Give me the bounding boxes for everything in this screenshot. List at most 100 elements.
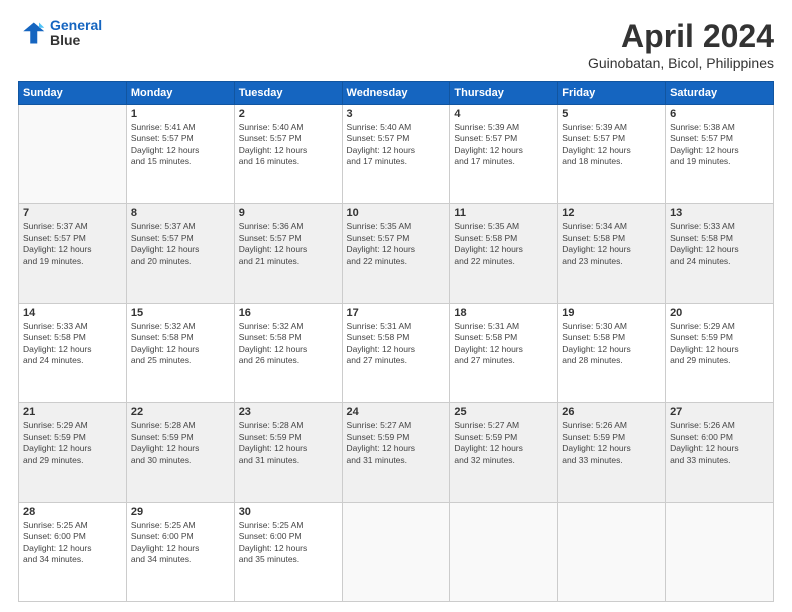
day-detail: Sunrise: 5:26 AMSunset: 5:59 PMDaylight:… <box>562 420 661 466</box>
day-number: 2 <box>239 108 338 120</box>
day-number: 18 <box>454 307 553 319</box>
day-cell: 23Sunrise: 5:28 AMSunset: 5:59 PMDayligh… <box>234 403 342 502</box>
day-number: 27 <box>670 406 769 418</box>
header: General Blue April 2024 Guinobatan, Bico… <box>18 18 774 71</box>
day-number: 20 <box>670 307 769 319</box>
day-detail: Sunrise: 5:26 AMSunset: 6:00 PMDaylight:… <box>670 420 769 466</box>
day-cell <box>342 502 450 601</box>
day-detail: Sunrise: 5:39 AMSunset: 5:57 PMDaylight:… <box>454 122 553 168</box>
day-detail: Sunrise: 5:31 AMSunset: 5:58 PMDaylight:… <box>347 321 446 367</box>
day-cell: 6 Sunrise: 5:38 AMSunset: 5:57 PMDaylight… <box>666 105 774 204</box>
day-number: 11 <box>454 207 553 219</box>
day-cell: 19Sunrise: 5:30 AMSunset: 5:58 PMDayligh… <box>558 303 666 402</box>
col-header-sunday: Sunday <box>19 82 127 105</box>
day-detail: Sunrise: 5:31 AMSunset: 5:58 PMDaylight:… <box>454 321 553 367</box>
week-row-2: 7Sunrise: 5:37 AMSunset: 5:57 PMDaylight… <box>19 204 774 303</box>
col-header-tuesday: Tuesday <box>234 82 342 105</box>
day-detail: Sunrise: 5:38 AMSunset: 5:57 PMDaylight:… <box>670 122 769 168</box>
day-cell: 4Sunrise: 5:39 AMSunset: 5:57 PMDaylight… <box>450 105 558 204</box>
day-number: 24 <box>347 406 446 418</box>
day-cell <box>666 502 774 601</box>
day-cell: 21 Sunrise: 5:29 AMSunset: 5:59 PMDayligh… <box>19 403 127 502</box>
day-detail: Sunrise: 5:25 AMSunset: 6:00 PMDaylight:… <box>23 520 122 566</box>
day-cell: 9 Sunrise: 5:36 AMSunset: 5:57 PMDaylight… <box>234 204 342 303</box>
day-number: 5 <box>562 108 661 120</box>
day-number: 6 <box>670 108 769 120</box>
day-number: 1 <box>131 108 230 120</box>
day-detail: Sunrise: 5:29 AMSunset: 5:59 PMDaylight:… <box>23 420 122 466</box>
day-number: 3 <box>347 108 446 120</box>
day-cell <box>558 502 666 601</box>
day-cell: 10 Sunrise: 5:35 AMSunset: 5:57 PMDayligh… <box>342 204 450 303</box>
day-number: 13 <box>670 207 769 219</box>
day-cell: 7Sunrise: 5:37 AMSunset: 5:57 PMDaylight… <box>19 204 127 303</box>
day-detail: Sunrise: 5:39 AMSunset: 5:57 PMDaylight:… <box>562 122 661 168</box>
day-detail: Sunrise: 5:30 AMSunset: 5:58 PMDaylight:… <box>562 321 661 367</box>
day-number: 9 <box>239 207 338 219</box>
day-detail: Sunrise: 5:34 AMSunset: 5:58 PMDaylight:… <box>562 221 661 267</box>
day-detail: Sunrise: 5:27 AMSunset: 5:59 PMDaylight:… <box>347 420 446 466</box>
logo-line2: Blue <box>50 33 102 48</box>
main-title: April 2024 <box>588 18 774 55</box>
day-detail: Sunrise: 5:40 AMSunset: 5:57 PMDaylight:… <box>239 122 338 168</box>
logo-line1: General <box>50 17 102 33</box>
day-cell: 13 Sunrise: 5:33 AMSunset: 5:58 PMDayligh… <box>666 204 774 303</box>
day-number: 22 <box>131 406 230 418</box>
day-detail: Sunrise: 5:40 AMSunset: 5:57 PMDaylight:… <box>347 122 446 168</box>
day-cell: 20Sunrise: 5:29 AMSunset: 5:59 PMDayligh… <box>666 303 774 402</box>
day-detail: Sunrise: 5:33 AMSunset: 5:58 PMDaylight:… <box>670 221 769 267</box>
day-number: 8 <box>131 207 230 219</box>
day-cell: 1 Sunrise: 5:41 AMSunset: 5:57 PMDaylight… <box>126 105 234 204</box>
day-number: 10 <box>347 207 446 219</box>
day-number: 15 <box>131 307 230 319</box>
col-header-friday: Friday <box>558 82 666 105</box>
day-cell: 17 Sunrise: 5:31 AMSunset: 5:58 PMDayligh… <box>342 303 450 402</box>
day-detail: Sunrise: 5:32 AMSunset: 5:58 PMDaylight:… <box>239 321 338 367</box>
day-number: 26 <box>562 406 661 418</box>
logo-text: General Blue <box>50 18 102 49</box>
day-detail: Sunrise: 5:28 AMSunset: 5:59 PMDaylight:… <box>239 420 338 466</box>
logo-icon <box>18 19 46 47</box>
col-header-monday: Monday <box>126 82 234 105</box>
day-cell: 26 Sunrise: 5:26 AMSunset: 5:59 PMDayligh… <box>558 403 666 502</box>
col-header-thursday: Thursday <box>450 82 558 105</box>
day-detail: Sunrise: 5:33 AMSunset: 5:58 PMDaylight:… <box>23 321 122 367</box>
day-cell: 29 Sunrise: 5:25 AMSunset: 6:00 PMDayligh… <box>126 502 234 601</box>
day-detail: Sunrise: 5:27 AMSunset: 5:59 PMDaylight:… <box>454 420 553 466</box>
day-cell: 15Sunrise: 5:32 AMSunset: 5:58 PMDayligh… <box>126 303 234 402</box>
day-detail: Sunrise: 5:41 AMSunset: 5:57 PMDaylight:… <box>131 122 230 168</box>
page: General Blue April 2024 Guinobatan, Bico… <box>0 0 792 612</box>
week-row-1: 1 Sunrise: 5:41 AMSunset: 5:57 PMDaylight… <box>19 105 774 204</box>
calendar-header-row: SundayMondayTuesdayWednesdayThursdayFrid… <box>19 82 774 105</box>
day-detail: Sunrise: 5:25 AMSunset: 6:00 PMDaylight:… <box>239 520 338 566</box>
day-cell: 2 Sunrise: 5:40 AMSunset: 5:57 PMDaylight… <box>234 105 342 204</box>
week-row-5: 28 Sunrise: 5:25 AMSunset: 6:00 PMDayligh… <box>19 502 774 601</box>
day-detail: Sunrise: 5:25 AMSunset: 6:00 PMDaylight:… <box>131 520 230 566</box>
week-row-3: 14 Sunrise: 5:33 AMSunset: 5:58 PMDayligh… <box>19 303 774 402</box>
col-header-saturday: Saturday <box>666 82 774 105</box>
day-cell: 25 Sunrise: 5:27 AMSunset: 5:59 PMDayligh… <box>450 403 558 502</box>
subtitle: Guinobatan, Bicol, Philippines <box>588 55 774 71</box>
title-block: April 2024 Guinobatan, Bicol, Philippine… <box>588 18 774 71</box>
day-number: 12 <box>562 207 661 219</box>
day-number: 14 <box>23 307 122 319</box>
logo: General Blue <box>18 18 102 49</box>
day-cell: 3 Sunrise: 5:40 AMSunset: 5:57 PMDaylight… <box>342 105 450 204</box>
day-detail: Sunrise: 5:36 AMSunset: 5:57 PMDaylight:… <box>239 221 338 267</box>
day-number: 21 <box>23 406 122 418</box>
calendar-table: SundayMondayTuesdayWednesdayThursdayFrid… <box>18 81 774 602</box>
day-number: 29 <box>131 506 230 518</box>
day-cell: 11Sunrise: 5:35 AMSunset: 5:58 PMDayligh… <box>450 204 558 303</box>
day-cell <box>19 105 127 204</box>
day-detail: Sunrise: 5:35 AMSunset: 5:57 PMDaylight:… <box>347 221 446 267</box>
day-cell: 30 Sunrise: 5:25 AMSunset: 6:00 PMDayligh… <box>234 502 342 601</box>
day-cell: 27 Sunrise: 5:26 AMSunset: 6:00 PMDayligh… <box>666 403 774 502</box>
day-cell: 12 Sunrise: 5:34 AMSunset: 5:58 PMDayligh… <box>558 204 666 303</box>
day-number: 25 <box>454 406 553 418</box>
day-cell: 5 Sunrise: 5:39 AMSunset: 5:57 PMDaylight… <box>558 105 666 204</box>
day-cell: 14 Sunrise: 5:33 AMSunset: 5:58 PMDayligh… <box>19 303 127 402</box>
day-number: 30 <box>239 506 338 518</box>
day-number: 28 <box>23 506 122 518</box>
day-number: 17 <box>347 307 446 319</box>
day-cell <box>450 502 558 601</box>
